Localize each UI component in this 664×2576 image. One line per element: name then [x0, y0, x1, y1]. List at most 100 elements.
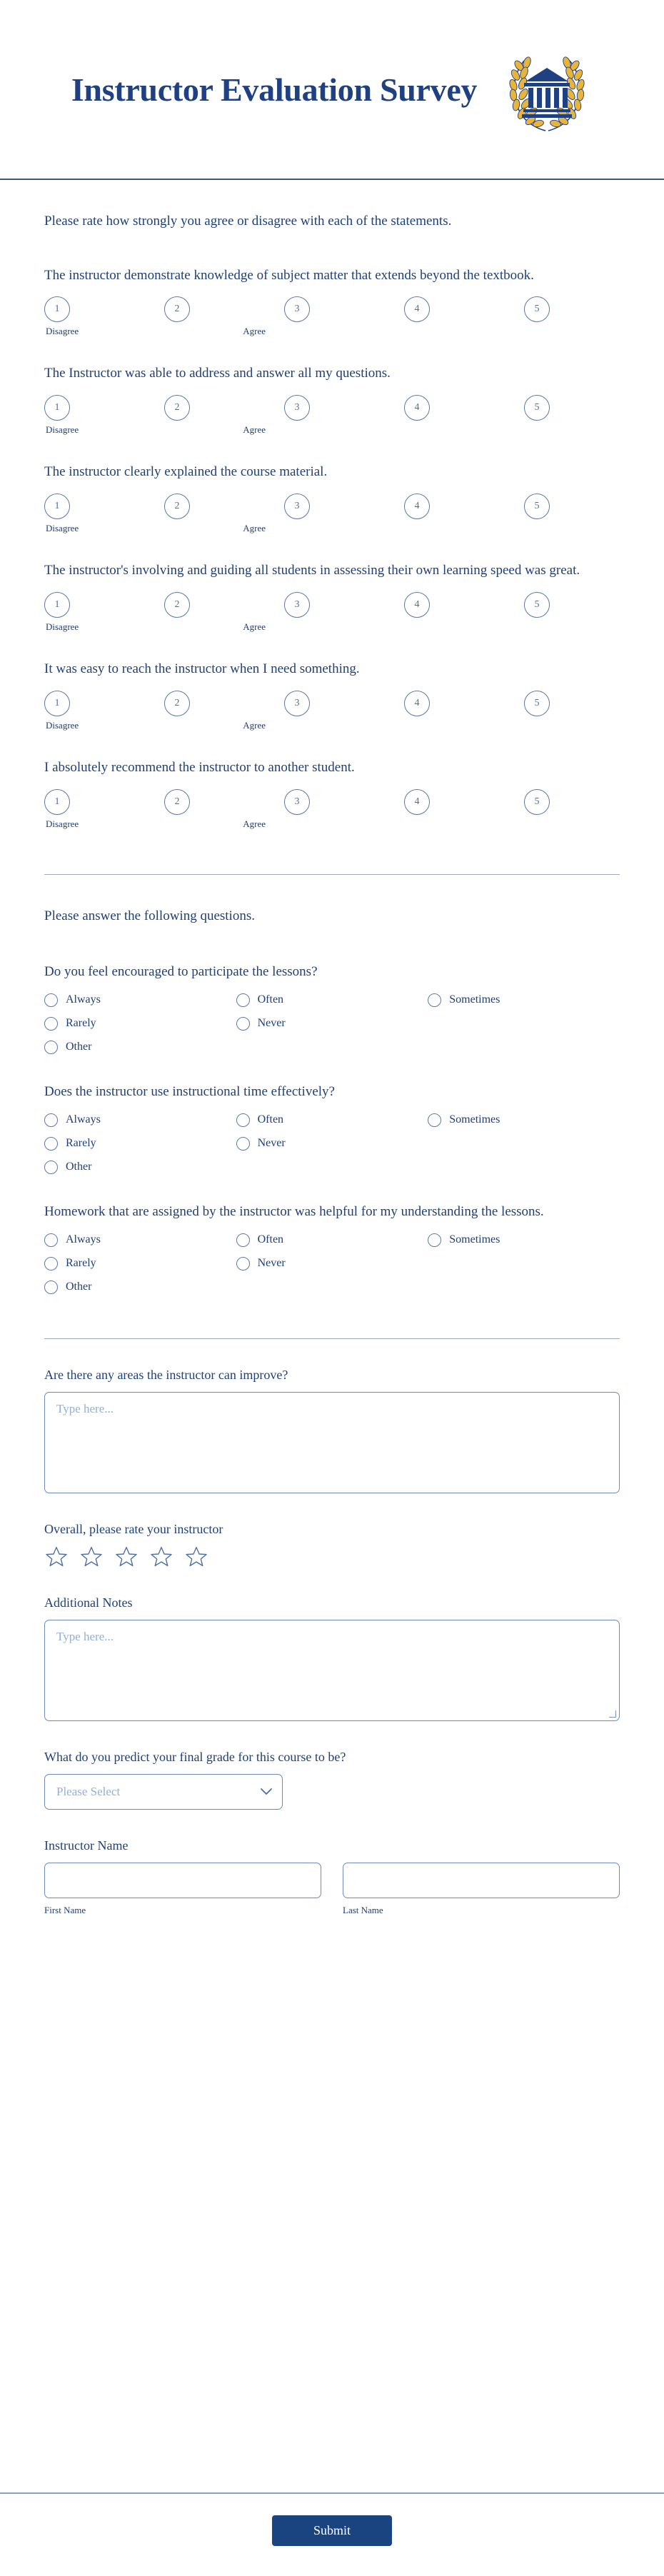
radio-option-rarely[interactable]: Rarely: [44, 1256, 236, 1271]
scale-low-label: Disagree: [46, 424, 79, 436]
scale-circle-4[interactable]: 4: [404, 691, 430, 717]
radio-column: Sometimes: [428, 993, 620, 1054]
scale-circle-5[interactable]: 5: [524, 296, 550, 323]
last-name-sub-label: Last Name: [343, 1904, 383, 1915]
scale-circle-2[interactable]: 2: [164, 296, 190, 323]
scale-circle-5[interactable]: 5: [524, 789, 550, 816]
instructor-name-block: Instructor Name First Name Last Name: [44, 1810, 620, 1916]
radio-circle-icon: [44, 1016, 58, 1031]
scale-option: 2: [164, 789, 260, 816]
scale-circle-2[interactable]: 2: [164, 592, 190, 618]
scale-circle-1[interactable]: 1: [44, 592, 70, 618]
last-name-input[interactable]: [343, 1862, 620, 1898]
scale-option: 5: [524, 395, 620, 421]
star-outline-icon[interactable]: [81, 1546, 102, 1567]
radio-option-always[interactable]: Always: [44, 1233, 236, 1247]
radio-option-label: Always: [66, 1233, 101, 1246]
scale-option: 2: [164, 395, 260, 421]
scale-circle-5[interactable]: 5: [524, 395, 550, 421]
scale-question-block: The instructor's involving and guiding a…: [44, 534, 620, 633]
radio-option-sometimes[interactable]: Sometimes: [428, 1113, 620, 1127]
radio-option-sometimes[interactable]: Sometimes: [428, 993, 620, 1007]
radio-circle-icon: [44, 1136, 58, 1151]
scale-circle-1[interactable]: 1: [44, 395, 70, 421]
scale-circle-2[interactable]: 2: [164, 493, 190, 520]
scale-circle-4[interactable]: 4: [404, 592, 430, 618]
scale-option: 4: [404, 592, 500, 618]
radio-option-often[interactable]: Often: [236, 1233, 428, 1247]
scale-circle-1[interactable]: 1: [44, 493, 70, 520]
header-inner: Instructor Evaluation Survey: [71, 45, 593, 134]
final-grade-selected-value: Please Select: [56, 1784, 121, 1798]
scale-circle-5[interactable]: 5: [524, 493, 550, 520]
star-rating-row[interactable]: [44, 1546, 620, 1567]
scale-circle-2[interactable]: 2: [164, 691, 190, 717]
submit-button[interactable]: Submit: [272, 2515, 392, 2546]
scale-option: 3: [284, 691, 380, 717]
star-outline-icon[interactable]: [151, 1546, 172, 1567]
additional-notes-textarea[interactable]: Type here...: [44, 1619, 620, 1721]
scale-options-row: 1 2 3 4 5: [44, 691, 620, 717]
radio-circle-icon: [236, 1233, 250, 1247]
radio-option-label: Often: [257, 993, 284, 1006]
scale-options-row: 1 2 3 4 5: [44, 395, 620, 421]
additional-notes-block: Additional Notes Type here...: [44, 1567, 620, 1721]
radio-option-often[interactable]: Often: [236, 1113, 428, 1127]
radio-option-other[interactable]: Other: [44, 1160, 236, 1174]
radio-options-grid: Always Rarely Other Often Never Sometimes: [44, 1233, 620, 1294]
star-outline-icon[interactable]: [116, 1546, 137, 1567]
radio-option-always[interactable]: Always: [44, 993, 236, 1007]
radio-column: Sometimes: [428, 1113, 620, 1174]
radio-circle-icon: [44, 993, 58, 1007]
scale-circle-3[interactable]: 3: [284, 691, 310, 717]
improve-textarea[interactable]: Type here...: [44, 1391, 620, 1493]
scale-circle-4[interactable]: 4: [404, 789, 430, 816]
scale-circle-1[interactable]: 1: [44, 789, 70, 816]
radio-option-other[interactable]: Other: [44, 1280, 236, 1294]
radio-option-rarely[interactable]: Rarely: [44, 1136, 236, 1151]
radio-option-sometimes[interactable]: Sometimes: [428, 1233, 620, 1247]
radio-circle-icon: [236, 1016, 250, 1031]
scale-circle-2[interactable]: 2: [164, 789, 190, 816]
scale-option: 1: [44, 592, 140, 618]
scale-circle-3[interactable]: 3: [284, 789, 310, 816]
scale-circle-3[interactable]: 3: [284, 493, 310, 520]
scale-circle-2[interactable]: 2: [164, 395, 190, 421]
radio-option-never[interactable]: Never: [236, 1016, 428, 1031]
radio-option-never[interactable]: Never: [236, 1136, 428, 1151]
scale-circle-3[interactable]: 3: [284, 395, 310, 421]
radio-option-often[interactable]: Often: [236, 993, 428, 1007]
additional-notes-label: Additional Notes: [44, 1595, 133, 1610]
scale-circle-5[interactable]: 5: [524, 592, 550, 618]
scale-option: 3: [284, 592, 380, 618]
scale-question-block: The Instructor was able to address and a…: [44, 337, 620, 436]
scale-option: 5: [524, 493, 620, 520]
scale-circle-5[interactable]: 5: [524, 691, 550, 717]
star-outline-icon[interactable]: [46, 1546, 67, 1567]
scale-option: 5: [524, 592, 620, 618]
radio-option-rarely[interactable]: Rarely: [44, 1016, 236, 1031]
first-name-input[interactable]: [44, 1862, 321, 1898]
final-grade-select[interactable]: Please Select: [44, 1773, 283, 1810]
scale-circle-4[interactable]: 4: [404, 296, 430, 323]
radio-circle-icon: [44, 1256, 58, 1271]
radio-option-never[interactable]: Never: [236, 1256, 428, 1271]
scale-circle-4[interactable]: 4: [404, 493, 430, 520]
scale-option: 2: [164, 493, 260, 520]
scale-circle-1[interactable]: 1: [44, 296, 70, 323]
scale-low-label: Disagree: [46, 720, 79, 731]
scale-low-label: Disagree: [46, 621, 79, 633]
overall-rating-block: Overall, please rate your instructor: [44, 1493, 620, 1567]
scale-circle-3[interactable]: 3: [284, 296, 310, 323]
radio-circle-icon: [236, 1256, 250, 1271]
radio-option-other[interactable]: Other: [44, 1040, 236, 1054]
star-outline-icon[interactable]: [186, 1546, 207, 1567]
radio-circle-icon: [236, 1136, 250, 1151]
scale-circle-3[interactable]: 3: [284, 592, 310, 618]
scale-option: 4: [404, 493, 500, 520]
radio-option-always[interactable]: Always: [44, 1113, 236, 1127]
radio-circle-icon: [236, 1113, 250, 1127]
scale-question-text: It was easy to reach the instructor when…: [44, 661, 360, 677]
scale-circle-1[interactable]: 1: [44, 691, 70, 717]
scale-circle-4[interactable]: 4: [404, 395, 430, 421]
